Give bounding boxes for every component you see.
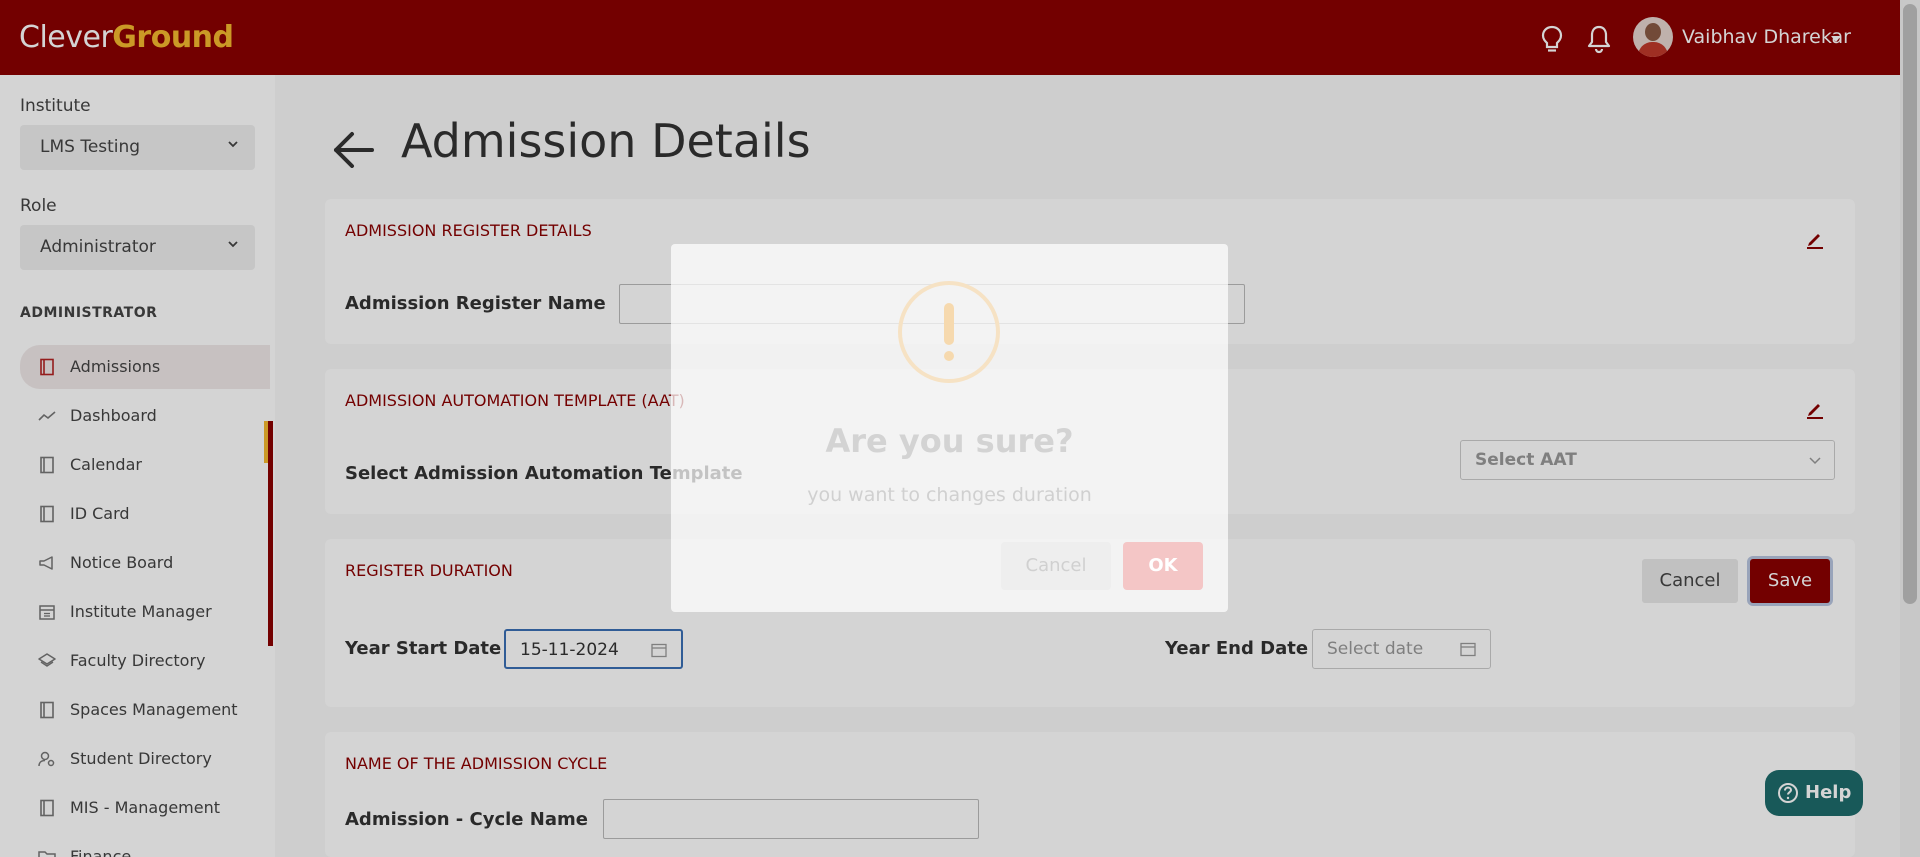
dialog-cancel-button[interactable]: Cancel [1001,542,1111,590]
confirm-dialog: Are you sure? you want to changes durati… [671,244,1228,612]
dialog-message: you want to changes duration [807,484,1092,506]
dialog-title: Are you sure? [825,422,1074,460]
dialog-ok-button[interactable]: OK [1123,542,1203,590]
warning-icon [898,281,1000,383]
